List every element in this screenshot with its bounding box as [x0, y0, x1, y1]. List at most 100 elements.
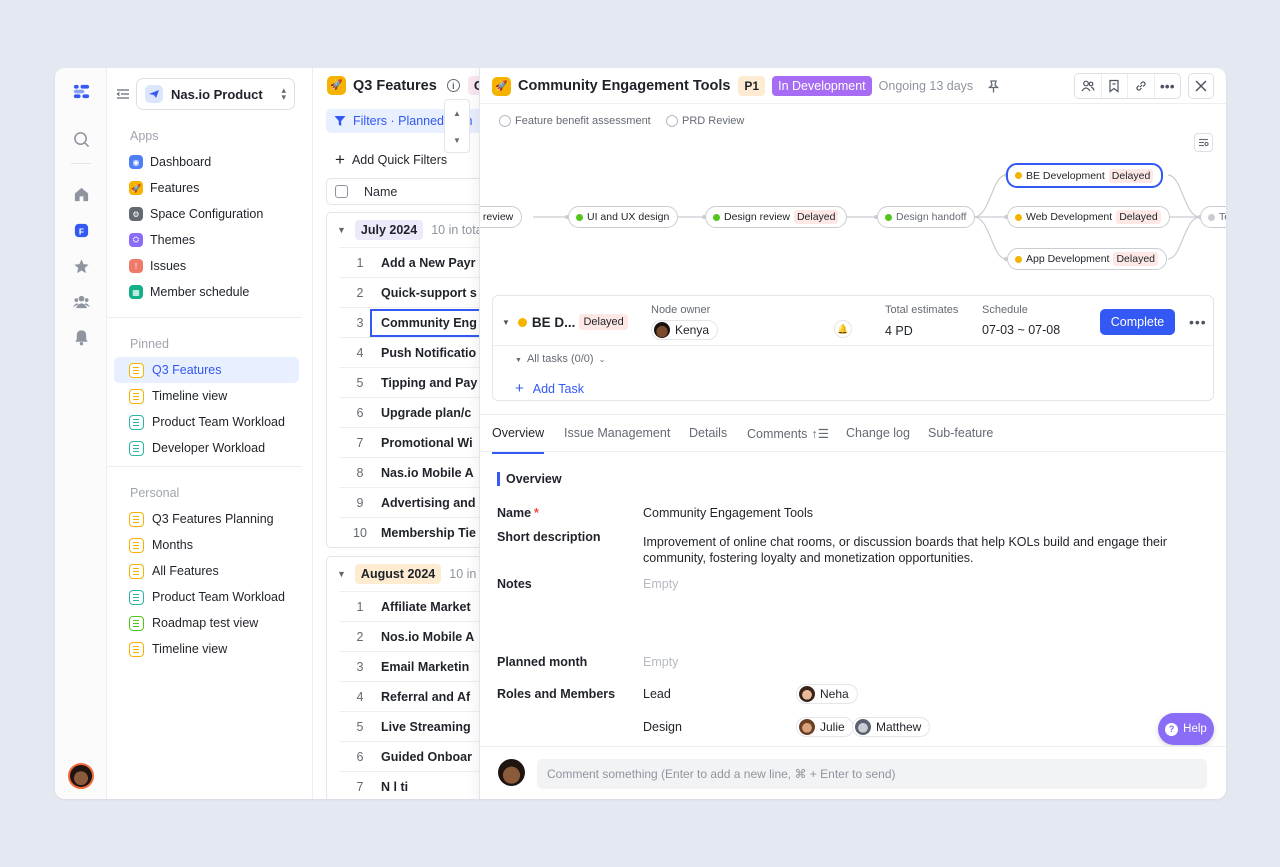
all-tasks-toggle[interactable]: ▼ All tasks (0/0) ⌄ [515, 353, 605, 365]
table-row[interactable]: 8 Nas.io Mobile A [339, 457, 479, 487]
team-icon[interactable] [72, 292, 90, 310]
member-chip-julie[interactable]: Julie [796, 717, 854, 737]
notes-value[interactable]: Empty [643, 577, 678, 591]
row-feature-name[interactable]: Referral and Af [381, 690, 470, 704]
sidebar-item-q3-features-planning[interactable]: Q3 Features Planning [114, 506, 299, 532]
tab-change-log[interactable]: Change log [846, 426, 910, 440]
sidebar-item-space-configuration[interactable]: ⚙ Space Configuration [114, 201, 299, 227]
sidebar-item-all-features[interactable]: All Features [114, 558, 299, 584]
table-row[interactable]: 7 N l ti [339, 771, 479, 799]
row-feature-name[interactable]: Affiliate Market [381, 600, 471, 614]
features-icon[interactable]: F [72, 221, 90, 239]
view-tag[interactable]: Co [467, 76, 479, 95]
estimates-value[interactable]: 4 PD [885, 324, 913, 338]
table-row[interactable]: 6 Upgrade plan/c [339, 397, 479, 427]
sidebar-item-roadmap-test-view[interactable]: Roadmap test view [114, 610, 299, 636]
scroll-up-icon[interactable]: ▲ [445, 100, 469, 127]
tab-sub-feature[interactable]: Sub-feature [928, 426, 993, 440]
home-icon[interactable] [72, 185, 90, 203]
complete-button[interactable]: Complete [1100, 309, 1175, 335]
node-owner-chip[interactable]: Kenya [651, 320, 719, 340]
pin-icon[interactable] [987, 79, 1000, 93]
sidebar-item-developer-workload[interactable]: Developer Workload [114, 435, 299, 461]
flow-settings-icon[interactable] [1194, 133, 1213, 152]
check-prd-review[interactable]: PRD Review [666, 115, 744, 127]
bell-icon[interactable] [72, 328, 90, 346]
workflow-node-uct-review[interactable]: uct review [480, 206, 523, 228]
priority-badge[interactable]: P1 [738, 76, 766, 96]
members-icon[interactable] [1075, 74, 1102, 98]
row-feature-name[interactable]: Guided Onboar [381, 750, 472, 764]
table-row[interactable]: 5 Tipping and Pay [339, 367, 479, 397]
row-feature-name[interactable]: Promotional Wi [381, 436, 473, 450]
sidebar-item-issues[interactable]: ! Issues [114, 253, 299, 279]
table-row[interactable]: 4 Referral and Af [339, 681, 479, 711]
table-row[interactable]: 3 Email Marketin [339, 651, 479, 681]
planned-month-value[interactable]: Empty [643, 655, 678, 669]
sidebar-item-themes[interactable]: ⛭ Themes [114, 227, 299, 253]
link-icon[interactable] [1128, 74, 1155, 98]
sidebar-item-member-schedule[interactable]: ▦ Member schedule [114, 279, 299, 305]
scroll-stepper[interactable]: ▲ ▼ [444, 99, 470, 153]
sidebar-item-timeline-view[interactable]: Timeline view [114, 636, 299, 662]
group-header[interactable]: ▼ July 2024 10 in total [327, 213, 479, 247]
sidebar-item-months[interactable]: Months [114, 532, 299, 558]
user-avatar[interactable] [68, 763, 94, 789]
workflow-node-te[interactable]: Te [1200, 206, 1226, 228]
short-description-value[interactable]: Improvement of online chat rooms, or dis… [643, 534, 1173, 566]
row-feature-name[interactable]: Email Marketin [381, 660, 469, 674]
table-row[interactable]: 1 Affiliate Market [339, 591, 479, 621]
table-row[interactable]: 6 Guided Onboar [339, 741, 479, 771]
table-row[interactable]: 2 Nos.io Mobile A [339, 621, 479, 651]
scroll-down-icon[interactable]: ▼ [445, 127, 469, 154]
column-name-header[interactable]: Name [364, 185, 397, 199]
chevron-down-icon[interactable]: ▼ [337, 225, 346, 235]
logo-icon[interactable] [72, 82, 90, 100]
bookmark-icon[interactable] [1102, 74, 1128, 98]
row-feature-name[interactable]: Nos.io Mobile A [381, 630, 474, 644]
table-row[interactable]: 5 Live Streaming [339, 711, 479, 741]
tab-overview[interactable]: Overview [492, 426, 545, 454]
tab-comments[interactable]: Comments ↑☰ [747, 426, 829, 441]
member-chip-matthew[interactable]: Matthew [852, 717, 931, 737]
sidebar-item-features[interactable]: 🚀 Features [114, 175, 299, 201]
row-feature-name[interactable]: Add a New Payr [381, 256, 475, 270]
node-title[interactable]: ▼ BE D... Delayed [502, 314, 628, 330]
check-feature-benefit[interactable]: Feature benefit assessment [499, 115, 651, 127]
table-row[interactable]: 2 Quick-support s [339, 277, 479, 307]
collapse-caret-icon[interactable]: ▼ [502, 318, 510, 327]
workflow-node-app-development[interactable]: App Development Delayed [1007, 248, 1167, 270]
remind-bell-icon[interactable]: 🔔 [834, 320, 852, 338]
sidebar-item-dashboard[interactable]: ◉ Dashboard [114, 149, 299, 175]
sidebar-item-product-team-workload[interactable]: Product Team Workload [114, 584, 299, 610]
table-row[interactable]: 4 Push Notificatio [339, 337, 479, 367]
row-feature-name[interactable]: Community Eng [370, 308, 479, 337]
chevron-down-icon[interactable]: ▼ [337, 569, 346, 579]
add-task-button[interactable]: + Add Task [515, 380, 584, 397]
table-row[interactable]: 3 Community Eng [339, 307, 479, 337]
row-feature-name[interactable]: Nas.io Mobile A [381, 466, 474, 480]
row-feature-name[interactable]: Tipping and Pay [381, 376, 477, 390]
row-feature-name[interactable]: Advertising and [381, 496, 475, 510]
group-header[interactable]: ▼ August 2024 10 in to [327, 557, 479, 591]
row-feature-name[interactable]: Membership Tie [381, 526, 476, 540]
row-feature-name[interactable]: Upgrade plan/c [381, 406, 471, 420]
row-feature-name[interactable]: Push Notificatio [381, 346, 476, 360]
more-options-icon[interactable]: ••• [1189, 314, 1207, 330]
info-icon[interactable]: i [446, 79, 460, 92]
row-feature-name[interactable]: Live Streaming [381, 720, 471, 734]
workflow-node-be-development[interactable]: BE Development Delayed [1006, 163, 1164, 188]
more-options-icon[interactable]: ••• [1155, 74, 1181, 98]
workflow-node-web-development[interactable]: Web Development Delayed [1007, 206, 1170, 228]
member-chip-neha[interactable]: Neha [796, 684, 858, 704]
sidebar-item-timeline-view[interactable]: Timeline view [114, 383, 299, 409]
workspace-switcher[interactable]: Nas.io Product ▴ ▾ [136, 78, 295, 110]
status-badge[interactable]: In Development [772, 76, 872, 96]
comment-input[interactable] [537, 759, 1207, 789]
collapse-sidebar-icon[interactable] [116, 87, 130, 101]
select-all-checkbox[interactable] [335, 185, 348, 198]
schedule-value[interactable]: 07-03 ~ 07-08 [982, 323, 1060, 337]
row-feature-name[interactable]: Quick-support s [381, 286, 477, 300]
table-row[interactable]: 9 Advertising and [339, 487, 479, 517]
add-quick-filters-button[interactable]: + Add Quick Filters [335, 151, 447, 168]
